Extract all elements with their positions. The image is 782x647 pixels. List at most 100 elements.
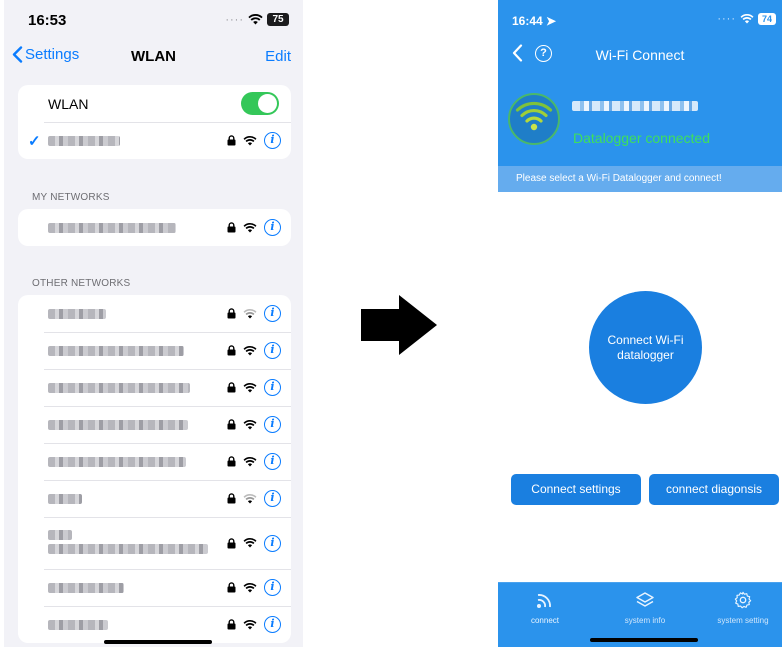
network-icons: i [227,579,281,596]
wifi-status-icon [248,14,263,25]
connect-diagnosis-button[interactable]: connect diagonsis [649,474,779,505]
network-icons: i [227,132,281,149]
battery-indicator: 75 [267,13,289,26]
network-name-redacted [48,582,124,593]
cellular-dots-icon: ···· [225,13,244,26]
network-row[interactable]: i [18,295,291,332]
network-name-redacted [48,382,190,393]
ios-wlan-settings-screen: 16:53 ···· 75 Settings WLAN Edit WLAN ✓ [4,0,303,647]
tab-connect[interactable]: connect [500,591,590,625]
info-icon[interactable]: i [264,453,281,470]
status-time: 16:44 ➤ [512,14,557,28]
network-row[interactable]: i [18,517,291,569]
network-name-redacted [48,544,208,554]
wifi-icon [243,419,257,430]
select-datalogger-prompt: Please select a Wi-Fi Datalogger and con… [498,166,782,192]
location-arrow-icon: ➤ [546,14,557,28]
wifi-icon [243,456,257,467]
wifi-icon [243,619,257,630]
network-icons: i [227,305,281,322]
navigation-bar: Settings WLAN Edit [4,40,303,74]
page-title: WLAN [131,48,176,65]
network-row[interactable]: i [18,443,291,480]
checkmark-icon: ✓ [28,132,41,150]
status-time: 16:53 [28,12,67,29]
status-indicators: ···· 75 [225,13,289,26]
network-icons: i [227,219,281,236]
connect-datalogger-button[interactable]: Connect Wi-Fi datalogger [589,291,702,404]
info-icon[interactable]: i [264,416,281,433]
wifi-connect-app-screen: 16:44 ➤ ···· 74 ? Wi-Fi Connect Datalogg… [498,0,782,647]
lock-icon [227,308,236,319]
battery-indicator: 74 [758,13,776,25]
network-icons: i [227,490,281,507]
wlan-group: WLAN ✓ i [18,85,291,159]
layers-icon [636,592,654,607]
connected-network-row[interactable]: ✓ i [18,122,291,159]
home-indicator [590,638,698,642]
network-name-redacted [48,222,176,233]
info-icon[interactable]: i [264,490,281,507]
network-icons: i [227,342,281,359]
network-icons: i [227,616,281,633]
network-row[interactable]: i [18,332,291,369]
datalogger-wifi-badge [508,93,560,145]
lock-icon [227,582,236,593]
toggle-knob [258,94,277,113]
info-icon[interactable]: i [264,132,281,149]
wlan-toggle-label: WLAN [48,95,89,112]
network-row[interactable]: i [18,406,291,443]
lock-icon [227,619,236,630]
home-indicator [104,640,212,644]
my-networks-group: i [18,209,291,246]
network-name-redacted [48,493,82,504]
info-icon[interactable]: i [264,534,281,552]
tab-system-setting[interactable]: system setting [698,591,782,625]
wifi-icon [243,135,257,146]
info-icon[interactable]: i [264,305,281,322]
wifi-signal-icon [515,101,553,131]
network-row[interactable]: i [18,209,291,246]
wifi-icon [243,382,257,393]
wifi-status-icon [740,14,754,24]
info-icon[interactable]: i [264,342,281,359]
network-name-redacted [48,530,72,540]
network-name-redacted [48,619,108,630]
network-row[interactable]: i [18,369,291,406]
wifi-icon [243,582,257,593]
network-row[interactable]: i [18,569,291,606]
wlan-toggle-row: WLAN [18,85,291,122]
status-indicators: ···· 74 [717,13,776,25]
network-name-redacted [48,456,186,467]
info-icon[interactable]: i [264,579,281,596]
tab-label: connect [530,616,560,625]
app-header: 16:44 ➤ ···· 74 ? Wi-Fi Connect Datalogg… [498,0,782,166]
right-arrow-icon [361,295,437,355]
lock-icon [227,456,236,467]
network-name-redacted [48,308,106,319]
gear-icon [734,591,752,609]
connect-settings-button[interactable]: Connect settings [511,474,641,505]
wifi-icon [243,345,257,356]
network-icons: i [227,534,281,552]
lock-icon [227,382,236,393]
network-icons: i [227,453,281,470]
tab-system-info[interactable]: system info [600,591,690,625]
wlan-toggle[interactable] [241,92,279,115]
lock-icon [227,419,236,430]
lock-icon [227,537,236,548]
status-bar: 16:53 ···· 75 [4,0,303,40]
network-row[interactable]: i [18,606,291,643]
edit-button[interactable]: Edit [265,48,291,65]
network-icons: i [227,416,281,433]
lock-icon [227,493,236,504]
info-icon[interactable]: i [264,379,281,396]
info-icon[interactable]: i [264,616,281,633]
wifi-icon [243,222,257,233]
info-icon[interactable]: i [264,219,281,236]
network-icons: i [227,379,281,396]
network-name-redacted [48,345,184,356]
connection-status: Datalogger connected [573,130,710,146]
network-row[interactable]: i [18,480,291,517]
other-networks-header: OTHER NETWORKS [32,278,131,289]
